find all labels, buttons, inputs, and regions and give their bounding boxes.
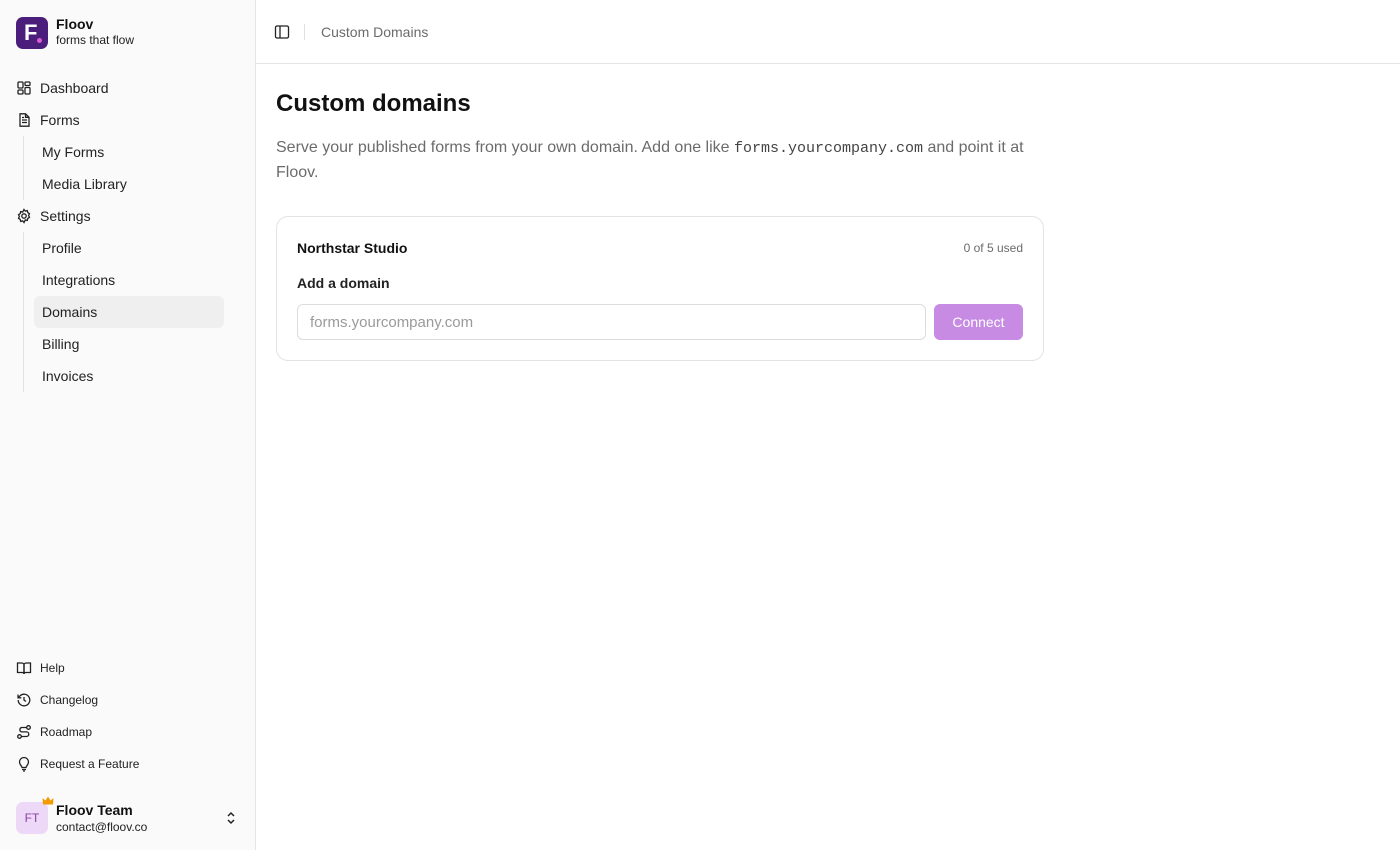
- sidebar-item-media-library[interactable]: Media Library: [34, 168, 224, 200]
- description-code: forms.yourcompany.com: [734, 140, 924, 157]
- user-email: contact@floov.co: [56, 819, 148, 834]
- main-nav: Dashboard Forms My Forms Media Library S…: [16, 72, 224, 392]
- forms-subnav: My Forms Media Library: [23, 136, 224, 200]
- forms-icon: [16, 112, 32, 128]
- lightbulb-icon: [16, 756, 32, 772]
- app-tagline: forms that flow: [56, 33, 135, 47]
- sidebar-item-billing[interactable]: Billing: [34, 328, 224, 360]
- page-description: Serve your published forms from your own…: [276, 136, 1056, 185]
- add-domain-label: Add a domain: [297, 275, 390, 291]
- domain-usage-count: 0 of 5 used: [963, 241, 1023, 255]
- settings-subnav: Profile Integrations Domains Billing Inv…: [23, 232, 224, 392]
- connect-button[interactable]: Connect: [934, 304, 1023, 340]
- floov-logo: F: [16, 16, 48, 49]
- gear-icon: [16, 208, 32, 224]
- history-icon: [16, 692, 32, 708]
- sidebar-item-invoices[interactable]: Invoices: [34, 360, 224, 392]
- app-name: Floov: [56, 16, 94, 32]
- sidebar-item-forms[interactable]: Forms: [16, 104, 224, 136]
- book-icon: [16, 660, 32, 676]
- sidebar-item-label: Settings: [40, 208, 91, 224]
- chevrons-up-down-icon: [224, 810, 238, 826]
- domain-input[interactable]: [297, 304, 926, 340]
- logo-dot: [37, 37, 42, 43]
- sidebar-toggle-icon[interactable]: [274, 24, 290, 40]
- top-bar: Custom Domains: [256, 0, 1400, 64]
- page-title: Custom domains: [276, 90, 471, 117]
- user-name: Floov Team: [56, 801, 133, 818]
- route-icon: [16, 724, 32, 740]
- sidebar-item-domains[interactable]: Domains: [34, 296, 224, 328]
- sidebar-item-profile[interactable]: Profile: [34, 232, 224, 264]
- dashboard-icon: [16, 80, 32, 96]
- header-divider: [304, 24, 305, 40]
- sidebar-item-label: Help: [40, 661, 65, 675]
- sidebar-item-my-forms[interactable]: My Forms: [34, 136, 224, 168]
- user-menu[interactable]: FT Floov Team contact@floov.co: [16, 796, 240, 836]
- sidebar-item-request-feature[interactable]: Request a Feature: [16, 748, 224, 780]
- avatar: FT: [16, 796, 54, 834]
- workspace-name: Northstar Studio: [297, 240, 408, 256]
- sidebar-item-label: Dashboard: [40, 80, 109, 96]
- sidebar-item-integrations[interactable]: Integrations: [34, 264, 224, 296]
- sidebar-item-label: Roadmap: [40, 725, 93, 739]
- sidebar-item-help[interactable]: Help: [16, 652, 224, 684]
- description-text: Serve your published forms from your own…: [276, 139, 735, 156]
- domain-card: Northstar Studio 0 of 5 used Add a domai…: [276, 216, 1044, 361]
- sidebar-item-label: Forms: [40, 112, 80, 128]
- sidebar-item-label: Request a Feature: [40, 757, 140, 771]
- sidebar-item-changelog[interactable]: Changelog: [16, 684, 224, 716]
- sidebar-item-settings[interactable]: Settings: [16, 200, 224, 232]
- sidebar-item-label: Changelog: [40, 693, 99, 707]
- logo-letter: F: [24, 19, 38, 45]
- crown-icon: [42, 796, 54, 809]
- breadcrumb: Custom Domains: [321, 24, 429, 40]
- sidebar: F Floov forms that flow Dashboard Forms …: [0, 0, 256, 850]
- sidebar-item-dashboard[interactable]: Dashboard: [16, 72, 224, 104]
- avatar-initials: FT: [24, 811, 40, 825]
- secondary-nav: Help Changelog Roadmap Request a Feature: [16, 652, 224, 780]
- sidebar-item-roadmap[interactable]: Roadmap: [16, 716, 224, 748]
- brand[interactable]: F Floov forms that flow: [16, 16, 134, 49]
